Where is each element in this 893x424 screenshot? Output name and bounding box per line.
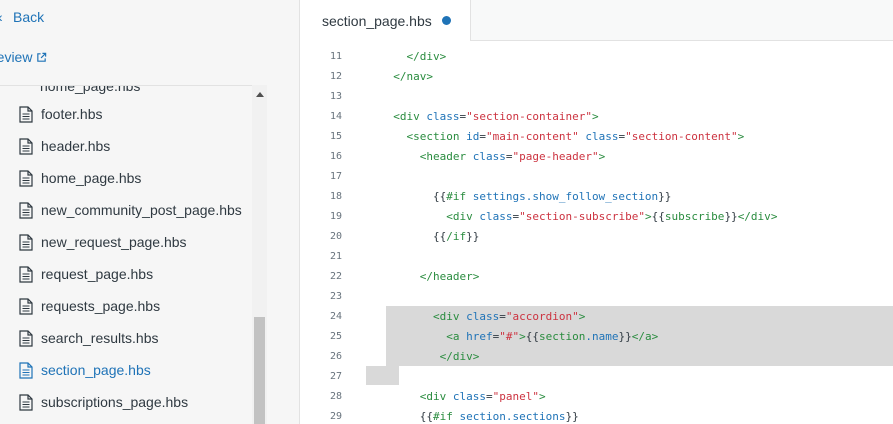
line-number: 27 (329, 370, 342, 382)
line-number: 25 (329, 330, 342, 342)
file-item-label: home_page.hbs (41, 170, 142, 186)
code-line[interactable]: 17 (300, 166, 893, 186)
code-text: <a href="#">{{section.name}}</a> (446, 329, 659, 343)
file-icon (19, 137, 33, 155)
file-item-label: header.hbs (41, 138, 111, 154)
file-item-label: footer.hbs (41, 106, 103, 122)
code-line[interactable]: 11 </div> (300, 46, 893, 66)
code-text: <div class="panel"> (419, 389, 546, 403)
line-number: 14 (329, 110, 342, 122)
line-number: 12 (329, 70, 342, 82)
file-item-label: request_page.hbs (41, 266, 154, 282)
tab-section-page[interactable]: section_page.hbs (300, 0, 471, 41)
file-item[interactable]: request_page.hbs (0, 258, 252, 290)
file-item-label: search_results.hbs (41, 330, 159, 346)
sidebar: ‹ Back review home_page.hbs footer.hbs he… (0, 0, 300, 424)
file-item[interactable]: new_community_post_page.hbs (0, 194, 252, 226)
file-item[interactable]: requests_page.hbs (0, 290, 252, 322)
chevron-left-icon: ‹ (0, 9, 10, 25)
code-text: <div class="section-container"> (393, 109, 599, 123)
file-icon (19, 233, 33, 251)
file-icon (19, 265, 33, 283)
file-item-partial[interactable]: home_page.hbs (40, 86, 140, 94)
file-item[interactable]: section_page.hbs (0, 354, 252, 386)
scrollbar-thumb[interactable] (254, 317, 265, 424)
editor-tab-bar: section_page.hbs (300, 0, 893, 41)
code-text: {{#if section.sections}} (419, 409, 579, 423)
code-line[interactable]: 15 <section id="main-content" class="sec… (300, 126, 893, 146)
line-number: 21 (329, 250, 342, 262)
code-text: <div class="accordion"> (432, 309, 586, 323)
line-number: 16 (329, 150, 342, 162)
file-icon (19, 329, 33, 347)
code-line[interactable]: 28 <div class="panel"> (300, 386, 893, 406)
code-line[interactable]: 13 (300, 86, 893, 106)
code-editor[interactable]: 11 </div> 12 </nav> 13 14 <div class="secti… (300, 41, 893, 424)
line-number: 18 (329, 190, 342, 202)
tab-label: section_page.hbs (322, 12, 432, 29)
code-text: </div> (406, 49, 447, 63)
code-text: </div> (439, 349, 480, 363)
code-line[interactable]: 26 </div> (300, 346, 893, 366)
line-number: 24 (329, 310, 342, 322)
code-line[interactable]: 23 (300, 286, 893, 306)
file-item[interactable]: subscriptions_page.hbs (0, 386, 252, 418)
file-icon (19, 201, 33, 219)
code-line[interactable]: 29 {{#if section.sections}} (300, 406, 893, 424)
file-item-label: new_community_post_page.hbs (41, 202, 242, 218)
file-item-label: section_page.hbs (41, 362, 151, 378)
file-icon (19, 105, 33, 123)
file-item[interactable]: header.hbs (0, 130, 252, 162)
line-number: 13 (329, 90, 342, 102)
external-link-icon (37, 52, 47, 62)
code-line[interactable]: 22 </header> (300, 266, 893, 286)
back-link[interactable]: ‹ Back (0, 7, 44, 27)
preview-label: review (0, 49, 33, 65)
code-text: </nav> (393, 69, 433, 83)
file-icon (19, 361, 33, 379)
back-label: Back (13, 9, 45, 25)
code-text: <div class="section-subscribe">{{subscri… (446, 209, 778, 223)
code-text: {{/if}} (432, 229, 480, 243)
line-number: 22 (329, 270, 342, 282)
code-line[interactable]: 27 (300, 366, 893, 386)
file-list: home_page.hbs footer.hbs header.hbs home_p… (0, 85, 267, 424)
code-text: {{#if settings.show_follow_section}} (432, 189, 672, 203)
code-line[interactable]: 12 </nav> (300, 66, 893, 86)
code-line[interactable]: 20 {{/if}} (300, 226, 893, 246)
line-number: 29 (329, 410, 342, 422)
code-line[interactable]: 25 <a href="#">{{section.name}}</a> (300, 326, 893, 346)
scroll-up-arrow-icon[interactable] (252, 87, 267, 101)
file-item-label: new_request_page.hbs (41, 234, 187, 250)
line-number: 20 (329, 230, 342, 242)
code-text: </header> (419, 269, 480, 283)
file-item[interactable]: home_page.hbs (0, 162, 252, 194)
file-item[interactable]: footer.hbs (0, 98, 252, 130)
code-line[interactable]: 19 <div class="section-subscribe">{{subs… (300, 206, 893, 226)
line-number: 26 (329, 350, 342, 362)
file-icon (19, 297, 33, 315)
code-text: <section id="main-content" class="sectio… (406, 129, 745, 143)
code-line[interactable]: 24 <div class="accordion"> (300, 306, 893, 326)
line-number: 28 (329, 390, 342, 402)
file-icon (19, 169, 33, 187)
code-line[interactable]: 21 (300, 246, 893, 266)
file-item-label: requests_page.hbs (41, 298, 161, 314)
line-number: 23 (329, 290, 342, 302)
sidebar-scrollbar[interactable] (252, 85, 267, 424)
line-number: 11 (329, 50, 342, 62)
file-item[interactable]: new_request_page.hbs (0, 226, 252, 258)
code-line[interactable]: 16 <header class="page-header"> (300, 146, 893, 166)
preview-link[interactable]: review (0, 47, 47, 67)
line-number: 17 (329, 170, 342, 182)
line-number: 15 (329, 130, 342, 142)
file-icon (19, 393, 33, 411)
code-text: <header class="page-header"> (419, 149, 606, 163)
unsaved-dot-icon (441, 16, 451, 25)
file-item-label: subscriptions_page.hbs (41, 394, 189, 410)
code-line[interactable]: 18 {{#if settings.show_follow_section}} (300, 186, 893, 206)
file-item[interactable]: search_results.hbs (0, 322, 252, 354)
code-line[interactable]: 14 <div class="section-container"> (300, 106, 893, 126)
line-number: 19 (329, 210, 342, 222)
